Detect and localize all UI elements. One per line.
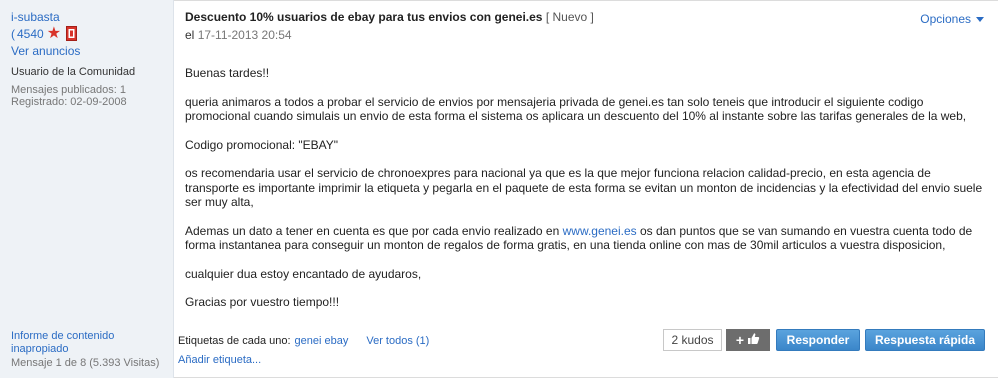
thumbs-up-icon <box>747 332 760 348</box>
rank-open: ( <box>11 26 15 41</box>
author-registered-date: Registrado: 02-09-2008 <box>11 96 127 108</box>
author-sidebar: i-subasta (4540 ★ Ver anuncios Usuario d… <box>0 0 174 378</box>
rank-count-link[interactable]: 4540 <box>17 27 44 41</box>
date-value: 17-11-2013 20:54 <box>197 28 292 42</box>
post-paragraph: Ademas un dato a tener en cuenta es que … <box>185 224 985 253</box>
tags-label: Etiquetas de cada uno: <box>178 335 291 347</box>
post-paragraph: Codigo promocional: "EBAY" <box>185 137 339 152</box>
quick-reply-button[interactable]: Respuesta rápida <box>865 329 985 351</box>
post-paragraph: queria animaros a todos a probar el serv… <box>185 94 967 124</box>
ver-anuncios-link[interactable]: Ver anuncios <box>11 44 80 58</box>
post-paragraph: cualquier dua estoy encantado de ayudaro… <box>185 266 422 281</box>
post-paragraph: os recomendaria usar el servicio de chro… <box>185 166 983 209</box>
star-icon: ★ <box>46 24 62 42</box>
post-title: Descuento 10% usuarios de ebay para tus … <box>185 10 594 24</box>
author-username-link[interactable]: i-subasta <box>11 10 60 24</box>
options-label: Opciones <box>920 12 971 26</box>
tags-values-link[interactable]: genei ebay <box>295 335 349 347</box>
post-date: el 17-11-2013 20:54 <box>185 28 292 42</box>
kudo-plus: + <box>735 332 745 348</box>
tags-row: Etiquetas de cada uno: genei ebay Ver to… <box>178 335 429 347</box>
post-body: Buenas tardes!! queria animaros a todos … <box>185 66 985 310</box>
date-prefix: el <box>185 28 195 42</box>
chevron-down-icon <box>976 17 984 22</box>
author-posts-count: Mensajes publicados: 1 <box>11 84 126 96</box>
give-kudo-button[interactable]: + <box>726 329 770 351</box>
see-all-tags-link[interactable]: Ver todos (1) <box>366 335 429 347</box>
author-rank: (4540 ★ <box>11 24 78 42</box>
reply-button[interactable]: Responder <box>776 329 860 351</box>
options-menu[interactable]: Opciones <box>920 12 984 26</box>
kudos-count[interactable]: 2 kudos <box>663 329 722 351</box>
author-role: Usuario de la Comunidad <box>11 66 136 78</box>
post-title-text: Descuento 10% usuarios de ebay para tus … <box>185 10 543 24</box>
p5-text-before: Ademas un dato a tener en cuenta es que … <box>185 223 563 238</box>
genei-link[interactable]: www.genei.es <box>563 224 637 238</box>
trophy-icon <box>66 26 78 41</box>
post-paragraph: Buenas tardes!! <box>185 66 270 80</box>
report-inappropriate-link[interactable]: Informe de contenido inapropiado <box>11 330 161 356</box>
new-badge: [ Nuevo ] <box>545 10 594 24</box>
post-paragraph: Gracias por vuestro tiempo!!! <box>185 295 340 309</box>
add-tag-link[interactable]: Añadir etiqueta... <box>178 354 261 366</box>
message-count: Mensaje 1 de 8 (5.393 Visitas) <box>11 357 160 369</box>
